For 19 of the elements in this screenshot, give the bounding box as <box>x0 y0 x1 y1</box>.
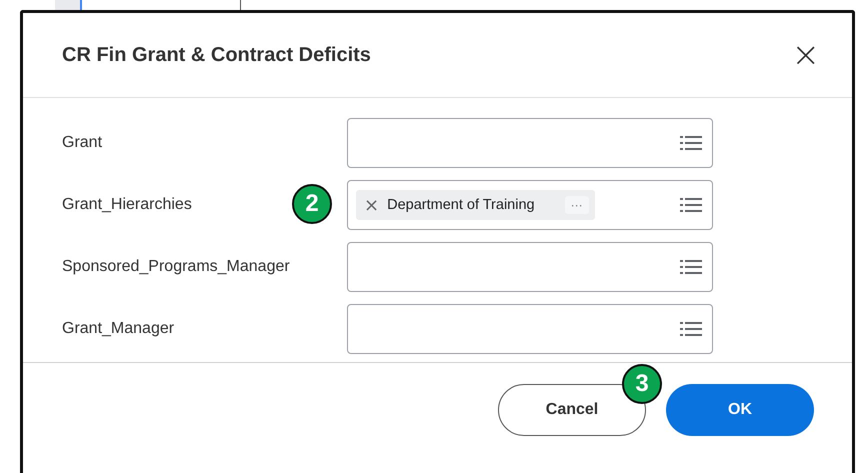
list-icon[interactable] <box>680 321 702 337</box>
field-label: Sponsored_Programs_Manager <box>62 258 290 275</box>
more-button[interactable]: ··· <box>564 196 589 214</box>
list-icon[interactable] <box>680 259 702 275</box>
field-label: Grant <box>62 134 102 151</box>
chip-text: Department of Training <box>387 197 535 213</box>
input-field[interactable] <box>347 304 713 354</box>
input-field[interactable] <box>347 242 713 292</box>
field-label: Grant_Manager <box>62 320 174 337</box>
close-button[interactable]: × <box>788 38 824 72</box>
step-badge: 2 <box>292 184 332 224</box>
step-badge: 3 <box>622 364 662 404</box>
ok-button[interactable]: OK <box>666 384 814 436</box>
field-label: Grant_Hierarchies <box>62 196 192 213</box>
dialog-title: CR Fin Grant & Contract Deficits <box>62 44 371 66</box>
list-icon[interactable] <box>680 135 702 151</box>
list-icon[interactable] <box>680 197 702 213</box>
remove-button[interactable]: × <box>362 194 382 216</box>
input-field[interactable] <box>347 118 713 168</box>
